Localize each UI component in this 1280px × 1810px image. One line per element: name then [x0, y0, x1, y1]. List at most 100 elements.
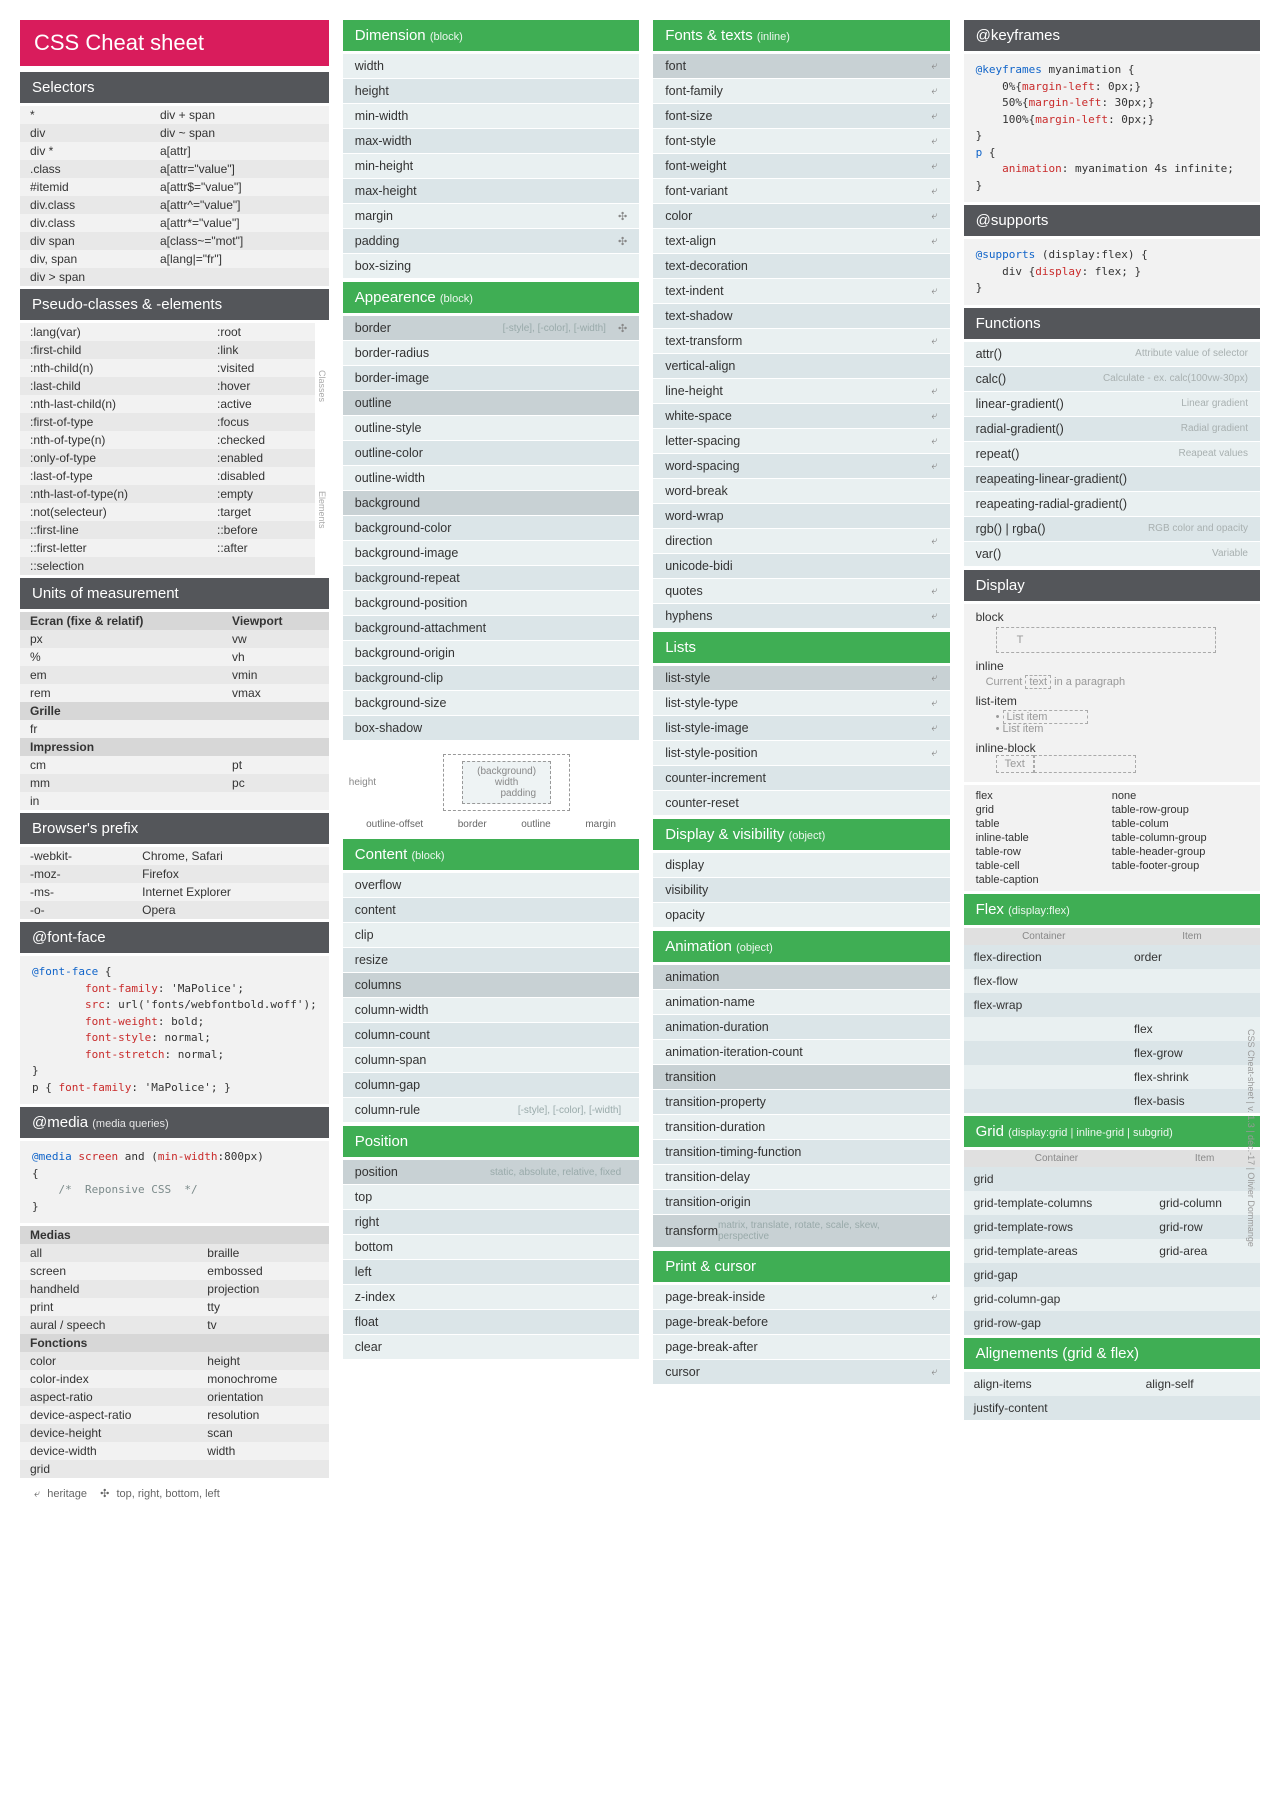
heritage-icon: ⤶	[931, 160, 937, 173]
hdr-lists: Lists	[653, 632, 949, 663]
prop-transition-delay: transition-delay	[653, 1165, 949, 1190]
pseudo-table: :lang(var):root:first-child:link:nth-chi…	[20, 323, 315, 575]
content-list: overflowcontentclipresizecolumnscolumn-w…	[343, 873, 639, 1123]
hdr-grid: Grid (display:grid | inline-grid | subgr…	[964, 1116, 1260, 1147]
heritage-icon: ⤶	[931, 85, 937, 98]
heritage-icon: ⤶	[931, 110, 937, 123]
prop-max-width: max-width	[343, 129, 639, 154]
heritage-icon: ⤶	[931, 235, 937, 248]
trbl-icon: ✣	[618, 322, 627, 335]
print-list: page-break-inside⤶page-break-beforepage-…	[653, 1285, 949, 1385]
prop-counter-reset: counter-reset	[653, 791, 949, 816]
prop-background-origin: background-origin	[343, 641, 639, 666]
hdr-position: Position	[343, 1126, 639, 1157]
prop-line-height: line-height⤶	[653, 379, 949, 404]
trbl-icon: ✣	[618, 235, 627, 248]
lists-list: list-style⤶list-style-type⤶list-style-im…	[653, 666, 949, 816]
display-values: flexgridtableinline-tabletable-rowtable-…	[964, 785, 1260, 891]
prop-box-shadow: box-shadow	[343, 716, 639, 741]
heritage-icon: ⤶	[931, 747, 937, 760]
prop-word-wrap: word-wrap	[653, 504, 949, 529]
prop-list-style: list-style⤶	[653, 666, 949, 691]
func-row: var()Variable	[964, 542, 1260, 567]
prop-clip: clip	[343, 923, 639, 948]
hdr-prefix: Browser's prefix	[20, 813, 329, 844]
hdr-align: Alignements (grid & flex)	[964, 1338, 1260, 1369]
prefix-table: -webkit-Chrome, Safari-moz-Firefox-ms-In…	[20, 847, 329, 919]
prop-outline: outline	[343, 391, 639, 416]
prop-outline-style: outline-style	[343, 416, 639, 441]
heritage-icon: ⤶	[931, 60, 937, 73]
prop-list-style-type: list-style-type⤶	[653, 691, 949, 716]
flex-table: ContainerItemflex-directionorderflex-flo…	[964, 928, 1260, 1113]
func-row: calc()Calculate - ex. calc(100vw-30px)	[964, 367, 1260, 392]
prop-page-break-before: page-break-before	[653, 1310, 949, 1335]
prop-top: top	[343, 1185, 639, 1210]
hdr-fonts: Fonts & texts (inline)	[653, 20, 949, 51]
func-row: reapeating-radial-gradient()	[964, 492, 1260, 517]
prop-min-height: min-height	[343, 154, 639, 179]
prop-background-size: background-size	[343, 691, 639, 716]
func-row: rgb() | rgba()RGB color and opacity	[964, 517, 1260, 542]
heritage-icon: ⤶	[931, 210, 937, 223]
prop-transform: transformmatrix, translate, rotate, scal…	[653, 1215, 949, 1248]
prop-white-space: white-space⤶	[653, 404, 949, 429]
prop-background-attachment: background-attachment	[343, 616, 639, 641]
hdr-pseudo: Pseudo-classes & -elements	[20, 289, 329, 320]
prop-animation-duration: animation-duration	[653, 1015, 949, 1040]
prop-overflow: overflow	[343, 873, 639, 898]
prop-height: height	[343, 79, 639, 104]
prop-border-image: border-image	[343, 366, 639, 391]
heritage-icon: ⤶	[931, 410, 937, 423]
prop-column-count: column-count	[343, 1023, 639, 1048]
heritage-icon: ⤶	[931, 1366, 937, 1379]
hdr-display: Display	[964, 570, 1260, 601]
prop-border-radius: border-radius	[343, 341, 639, 366]
prop-font-family: font-family⤶	[653, 79, 949, 104]
heritage-icon: ⤶	[931, 285, 937, 298]
prop-direction: direction⤶	[653, 529, 949, 554]
prop-list-style-position: list-style-position⤶	[653, 741, 949, 766]
prop-list-style-image: list-style-image⤶	[653, 716, 949, 741]
align-table: align-itemsalign-selfjustify-content	[964, 1372, 1260, 1420]
units-table: Ecran (fixe & relatif)Viewportpxvw%vhemv…	[20, 612, 329, 810]
appearance-list: border[-style], [-color], [-width]✣borde…	[343, 316, 639, 741]
prop-word-spacing: word-spacing⤶	[653, 454, 949, 479]
prop-transition-property: transition-property	[653, 1090, 949, 1115]
heritage-icon: ⤶	[931, 697, 937, 710]
heritage-icon: ⤶	[931, 460, 937, 473]
hdr-animation: Animation (object)	[653, 931, 949, 962]
hdr-selectors: Selectors	[20, 72, 329, 103]
prop-max-height: max-height	[343, 179, 639, 204]
prop-resize: resize	[343, 948, 639, 973]
prop-text-indent: text-indent⤶	[653, 279, 949, 304]
display-vis-list: displayvisibilityopacity	[653, 853, 949, 928]
prop-right: right	[343, 1210, 639, 1235]
prop-animation-iteration-count: animation-iteration-count	[653, 1040, 949, 1065]
prop-background-position: background-position	[343, 591, 639, 616]
functions-list: attr()Attribute value of selectorcalc()C…	[964, 342, 1260, 567]
prop-text-decoration: text-decoration	[653, 254, 949, 279]
hdr-print: Print & cursor	[653, 1251, 949, 1282]
prop-page-break-inside: page-break-inside⤶	[653, 1285, 949, 1310]
prop-min-width: min-width	[343, 104, 639, 129]
dimension-list: widthheightmin-widthmax-widthmin-heightm…	[343, 54, 639, 279]
prop-opacity: opacity	[653, 903, 949, 928]
heritage-icon: ⤶	[931, 435, 937, 448]
hdr-content: Content (block)	[343, 839, 639, 870]
prop-hyphens: hyphens⤶	[653, 604, 949, 629]
label-elements: Elements	[317, 491, 327, 529]
fonts-list: font⤶font-family⤶font-size⤶font-style⤶fo…	[653, 54, 949, 629]
hdr-keyframes: @keyframes	[964, 20, 1260, 51]
hdr-units: Units of measurement	[20, 578, 329, 609]
hdr-supports: @supports	[964, 205, 1260, 236]
display-examples: block T inline Current text in a paragra…	[964, 604, 1260, 782]
prop-outline-width: outline-width	[343, 466, 639, 491]
func-row: linear-gradient()Linear gradient	[964, 392, 1260, 417]
prop-column-rule: column-rule[-style], [-color], [-width]	[343, 1098, 639, 1123]
prop-margin: margin✣	[343, 204, 639, 229]
prop-transition: transition	[653, 1065, 949, 1090]
func-row: radial-gradient()Radial gradient	[964, 417, 1260, 442]
prop-box-sizing: box-sizing	[343, 254, 639, 279]
prop-font-variant: font-variant⤶	[653, 179, 949, 204]
